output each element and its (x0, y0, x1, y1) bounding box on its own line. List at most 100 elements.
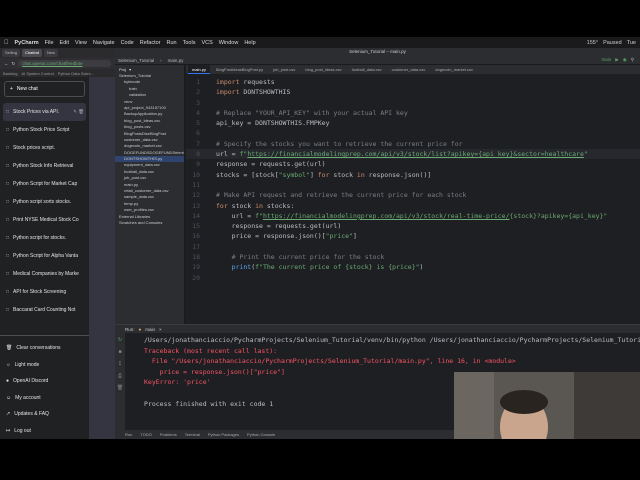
search-icon[interactable]: ⚲ (631, 57, 634, 63)
code-line[interactable]: 5 api_key = DONTSHOWTHIS.FMPKey (186, 118, 640, 128)
new-chat-button[interactable]: + New chat (4, 81, 85, 97)
code-line[interactable]: 14 url = f" https://financialmodelingprep… (186, 211, 640, 221)
code-line[interactable]: 6 (186, 128, 640, 138)
scroll-end-icon[interactable]: ↧ (118, 361, 122, 367)
code-line[interactable]: 16 price = response.json()["price"] (186, 231, 640, 241)
chat-history-item[interactable]: □ Python script sorts stocks. (3, 193, 86, 211)
menu-tools[interactable]: Tools (183, 40, 196, 46)
debug-icon[interactable]: ◉ (623, 57, 627, 63)
log-out-button[interactable]: ↦ Log out (0, 423, 89, 440)
stop-icon[interactable]: ■ (118, 349, 121, 355)
edit-delete-icons[interactable]: ✎ 🗑 (73, 109, 86, 115)
code-line[interactable]: 3 (186, 98, 640, 108)
code-line[interactable]: 13 for stock in stocks: (186, 201, 640, 211)
project-view-dropdown[interactable]: Proj (119, 67, 126, 72)
bookmark-item[interactable]: Banking (3, 71, 17, 76)
menu-help[interactable]: Help (244, 40, 255, 46)
close-icon[interactable]: × (159, 327, 162, 332)
clock-status[interactable]: Tue (627, 40, 636, 46)
code-editor[interactable]: main.py BlogPostIdeasBlogPost.py job_post.… (186, 65, 640, 324)
my-account-button[interactable]: ☺ My account (0, 390, 89, 407)
editor-tab[interactable]: job_post.csv (269, 65, 299, 74)
menu-edit[interactable]: Edit (60, 40, 69, 46)
gutter (208, 77, 216, 87)
code-line[interactable]: 18 # Print the current price for the sto… (186, 252, 640, 262)
print-icon[interactable]: ⎙ (118, 373, 122, 379)
menu-code[interactable]: Code (121, 40, 134, 46)
code-area[interactable]: 1 import requests 2 import DONTSHOWTHIS 3 4 # … (186, 77, 640, 283)
chat-history-item[interactable]: □ Stock prices script. (3, 139, 86, 157)
project-tree-item[interactable]: Scratches and Consoles (115, 220, 184, 226)
breadcrumb-project[interactable]: Selenium_Tutorial (118, 58, 154, 63)
rerun-icon[interactable]: ↻ (118, 337, 122, 343)
chat-history-item[interactable]: □ Medical Companies by Marke (3, 265, 86, 283)
code-token: stock (231, 201, 256, 210)
trash-icon[interactable]: 🗑 (117, 385, 123, 391)
apple-icon[interactable]:  (4, 40, 9, 46)
chat-history-item[interactable]: □ Python Stock Info Retrieval (3, 157, 86, 175)
browser-tab-active[interactable]: Chatbot (22, 49, 43, 57)
tool-terminal-tab[interactable]: Terminal (185, 432, 200, 437)
chat-history-item-active[interactable]: □ Stock Prices via API. ✎ 🗑 (3, 103, 86, 121)
menu-app-name[interactable]: PyCharm (15, 40, 39, 46)
code-line[interactable]: 11 (186, 180, 640, 190)
code-line[interactable]: 1 import requests (186, 77, 640, 87)
editor-tab[interactable]: main.py (188, 65, 211, 74)
code-line[interactable]: 7 # Specify the stocks you want to retrie… (186, 139, 640, 149)
code-line[interactable]: 17 (186, 242, 640, 252)
url-input[interactable]: chat.openai.com/chat/feedb4e (18, 60, 111, 67)
code-line[interactable]: 9 response = requests.get(url) (186, 159, 640, 169)
back-icon[interactable]: ← (4, 61, 9, 66)
code-line[interactable]: 12 # Make API request and retrieve the cu… (186, 190, 640, 200)
code-line[interactable]: 8 url = f" https://financialmodelingprep.c… (186, 149, 640, 160)
tool-python-packages-tab[interactable]: Python Packages (208, 432, 239, 437)
chevron-down-icon[interactable]: ▾ (129, 67, 131, 72)
tool-problems-tab[interactable]: Problems (160, 432, 177, 437)
clear-conversations-button[interactable]: 🗑 Clear conversations (0, 340, 89, 357)
code-line[interactable]: 10 stocks = [stock["symbol"] for stock in… (186, 170, 640, 180)
run-tab[interactable]: main (145, 327, 155, 332)
paused-status[interactable]: Paused (603, 40, 622, 46)
chat-bubble-icon: □ (6, 271, 10, 277)
chat-history-item[interactable]: □ Baccarat Card Counting Not (3, 301, 86, 319)
browser-tab[interactable]: Selling (2, 49, 21, 57)
run-config-dropdown[interactable]: main (602, 57, 612, 63)
code-line[interactable]: 15 response = requests.get(url) (186, 221, 640, 231)
temperature-status[interactable]: 155° (587, 40, 598, 46)
code-line[interactable]: 19 print(f"The current price of {stock} … (186, 262, 640, 272)
menu-window[interactable]: Window (219, 40, 239, 46)
code-line[interactable]: 2 import DONTSHOWTHIS (186, 87, 640, 97)
menu-navigate[interactable]: Navigate (93, 40, 115, 46)
chat-history-item[interactable]: □ Python script for stocks. (3, 229, 86, 247)
traceback-file-link[interactable]: File "/Users/jonathanciaccio/PycharmProj… (144, 357, 516, 365)
chat-history-item[interactable]: □ Python Script for Alpha Vanta (3, 247, 86, 265)
editor-tab[interactable]: BlogPostIdeasBlogPost.py (212, 65, 267, 74)
editor-tab[interactable]: football_data.csv (348, 65, 386, 74)
menu-vcs[interactable]: VCS (201, 40, 212, 46)
editor-tab[interactable]: blog_post_ideas.csv (301, 65, 345, 74)
tool-python-console-tab[interactable]: Python Console (247, 432, 275, 437)
breadcrumb-file[interactable]: main.py (168, 58, 184, 63)
tool-todo-tab[interactable]: TODO (140, 432, 151, 437)
bookmark-item[interactable]: AI System Control (21, 71, 53, 76)
chat-history-item[interactable]: □ API for Stock Screening (3, 283, 86, 301)
reload-icon[interactable]: ↻ (12, 61, 16, 67)
editor-tab[interactable]: customer_data.csv (388, 65, 430, 74)
code-line[interactable]: 20 (186, 273, 640, 283)
menu-file[interactable]: File (45, 40, 54, 46)
menu-run[interactable]: Run (167, 40, 177, 46)
updates-faq-link[interactable]: ↗ Updates & FAQ (0, 406, 89, 423)
editor-tab[interactable]: dogecoin_market.csv (431, 65, 477, 74)
run-icon[interactable]: ▶ (615, 57, 618, 63)
chat-history-item[interactable]: □ Python Script for Market Cap (3, 175, 86, 193)
openai-discord-link[interactable]: ● OpenAI Discord (0, 373, 89, 390)
menu-refactor[interactable]: Refactor (140, 40, 161, 46)
chat-history-item[interactable]: □ Python Stock Price Script (3, 121, 86, 139)
light-mode-button[interactable]: ☼ Light mode (0, 357, 89, 374)
code-line[interactable]: 4 # Replace "YOUR_API_KEY" with your actu… (186, 108, 640, 118)
browser-tab[interactable]: New (44, 49, 59, 57)
tool-run-tab[interactable]: Run (125, 432, 132, 437)
bookmark-item[interactable]: Python Data Scien... (58, 71, 94, 76)
menu-view[interactable]: View (75, 40, 87, 46)
chat-history-item[interactable]: □ Print NYSE Medical Stock Co (3, 211, 86, 229)
